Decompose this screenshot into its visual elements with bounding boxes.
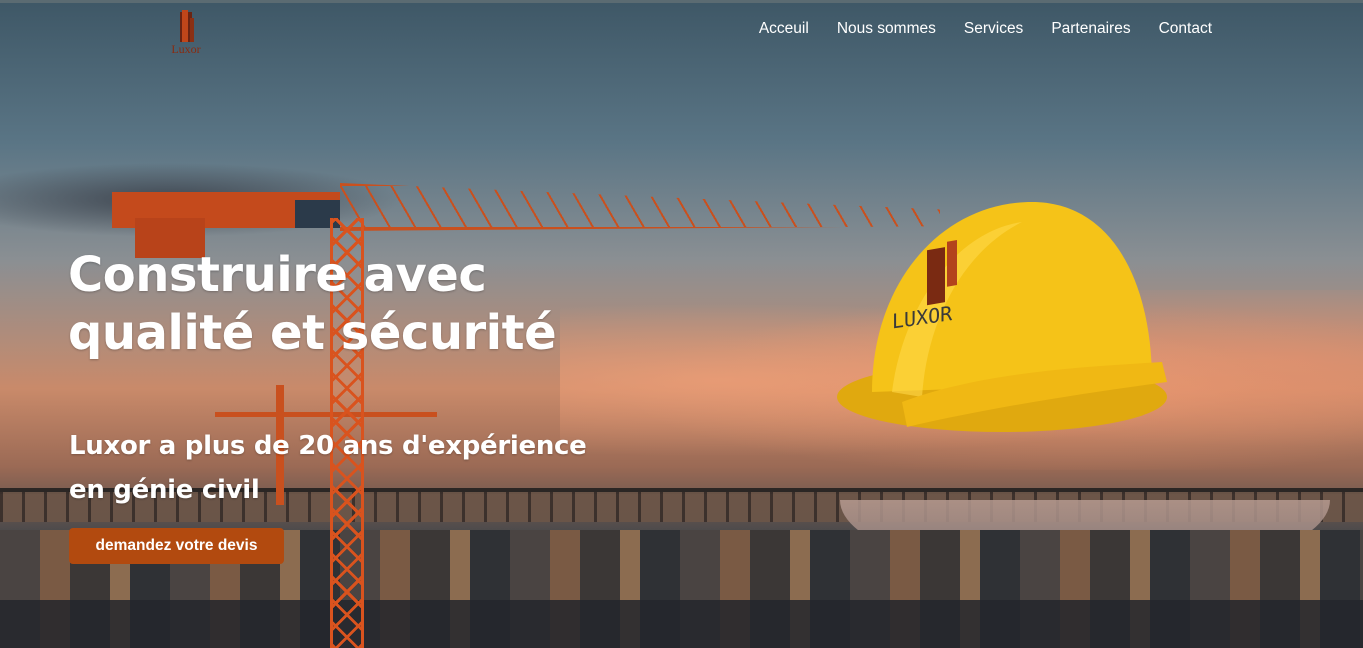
hero-subheadline: Luxor a plus de 20 ans d'expérience en g…	[69, 424, 669, 512]
nav-link-acceuil[interactable]: Acceuil	[759, 20, 809, 38]
nav-link-nous-sommes[interactable]: Nous sommes	[837, 20, 936, 38]
nav-link-services[interactable]: Services	[964, 20, 1023, 38]
logo-text: Luxor	[171, 42, 201, 56]
subline-line-2: en génie civil	[69, 475, 260, 505]
nav-link-partenaires[interactable]: Partenaires	[1051, 20, 1130, 38]
building-icon	[180, 10, 194, 42]
main-menu: Acceuil Nous sommes Services Partenaires…	[759, 20, 1212, 38]
headline-line-2: qualité et sécurité	[68, 305, 557, 361]
top-navigation: Luxor Acceuil Nous sommes Services Parte…	[0, 0, 1363, 60]
hero-headline: Construire avec qualité et sécurité	[68, 246, 628, 362]
brand-logo[interactable]: Luxor	[165, 10, 207, 56]
city-foreground	[0, 600, 1363, 648]
headline-line-1: Construire avec	[68, 247, 487, 303]
request-quote-button[interactable]: demandez votre devis	[69, 528, 284, 564]
background-crane-jib	[215, 412, 437, 417]
hard-hat-icon: LUXOR	[837, 202, 1167, 432]
subline-line-1: Luxor a plus de 20 ans d'expérience	[69, 431, 587, 461]
nav-link-contact[interactable]: Contact	[1159, 20, 1212, 38]
